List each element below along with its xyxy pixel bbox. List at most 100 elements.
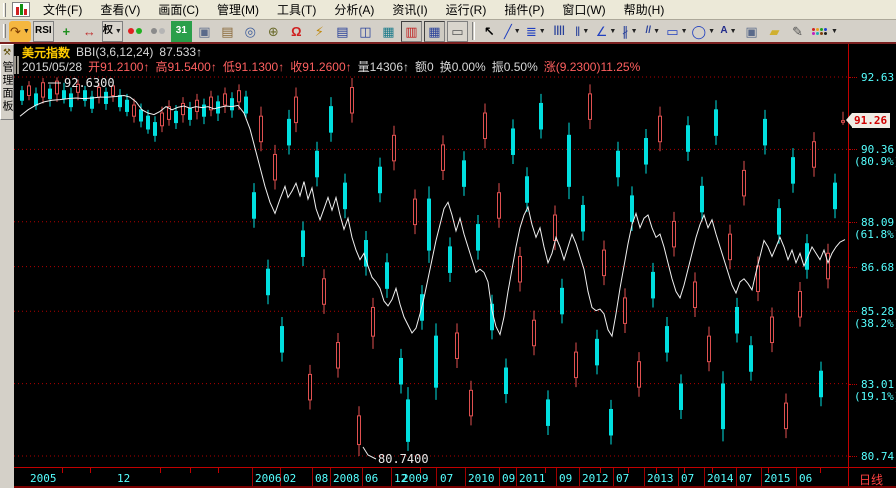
plug-icon[interactable]: ⚡	[309, 21, 330, 42]
date-label: 07	[616, 472, 629, 485]
candle-body	[133, 105, 136, 116]
dropdown-caret[interactable]: ▼	[23, 28, 30, 35]
menu-item[interactable]: 运行(R)	[437, 0, 496, 20]
date-label: 2011	[519, 472, 546, 485]
split-h-icon[interactable]: ▤	[332, 21, 353, 42]
channel-tool-icon[interactable]: ∦▼	[619, 21, 640, 42]
app-icon-bar	[16, 7, 19, 15]
palette-dot	[824, 28, 827, 31]
globe-icon[interactable]: ⊕	[263, 21, 284, 42]
date-separator	[312, 468, 313, 486]
dropdown-caret[interactable]: ▼	[609, 28, 616, 35]
price-tick	[849, 311, 857, 312]
rect-tool-icon[interactable]: ▭▼	[665, 21, 688, 42]
date-label: 2015	[764, 472, 791, 485]
period-cell[interactable]: 日线	[848, 468, 896, 486]
text-tool-icon[interactable]: A▼	[718, 21, 739, 42]
traffic-light-icon[interactable]	[125, 21, 146, 42]
open-chart-icon[interactable]: ↷▼	[9, 21, 31, 42]
symbol-name[interactable]: 美元指数	[22, 44, 70, 61]
dropdown-caret[interactable]: ▼	[582, 28, 589, 35]
fan-tool-icon[interactable]: ∠▼	[595, 21, 618, 42]
candle-body	[743, 170, 746, 196]
candle-body	[589, 94, 592, 120]
light-dot	[159, 28, 165, 34]
pointer-icon[interactable]: ↖	[479, 21, 500, 42]
date-axis[interactable]: 2005122006020820080612200907201009201109…	[14, 467, 896, 488]
price-plot[interactable]: 92.630080.7400	[14, 74, 848, 467]
toolbar-grip[interactable]	[3, 24, 6, 38]
menu-item[interactable]: 帮助(H)	[615, 0, 674, 20]
menu-item[interactable]: 资讯(I)	[383, 0, 436, 20]
move-cross-icon[interactable]: +	[56, 21, 77, 42]
dropdown-caret[interactable]: ▼	[681, 28, 688, 35]
price-axis[interactable]: 92.6391.2690.36(80.9%)88.09(61.8%)86.688…	[848, 44, 896, 467]
candle-body	[484, 113, 487, 139]
menu-item[interactable]: 工具(T)	[268, 0, 325, 20]
indicator-name[interactable]: BBI(3,6,12,24)	[76, 45, 153, 59]
split-v-icon[interactable]: ◫	[355, 21, 376, 42]
protect-icon[interactable]: ✎	[787, 21, 808, 42]
split-v-icon-glyph: ◫	[359, 25, 371, 38]
polyline-tool-icon[interactable]: ≣▼	[525, 21, 547, 42]
quote-fields: 开91.2100↑高91.5400↑低91.1300↑收91.2600↑量143…	[88, 59, 646, 74]
candle-body	[750, 346, 753, 372]
menubar-grip[interactable]	[3, 3, 6, 17]
vlines-icon[interactable]: ||||	[549, 21, 570, 42]
candle-body	[624, 298, 627, 324]
eraser-icon[interactable]: ▰	[764, 21, 785, 42]
candle-body	[42, 83, 45, 97]
dropdown-caret[interactable]: ▼	[730, 28, 737, 35]
eraser-icon-glyph: ▰	[770, 25, 780, 38]
menu-item[interactable]: 管理(M)	[208, 0, 268, 20]
palette-icon[interactable]: ▼	[810, 21, 839, 42]
candle-body	[631, 196, 634, 222]
dropdown-caret[interactable]: ▼	[831, 28, 838, 35]
candle-body	[652, 272, 655, 298]
date-label: 08	[315, 472, 328, 485]
candle-body	[140, 110, 143, 121]
candle-body	[337, 343, 340, 369]
line-tool-icon[interactable]: ╱▼	[502, 21, 523, 42]
dropdown-caret[interactable]: ▼	[514, 28, 521, 35]
kline-grid-icon[interactable]: ▦	[424, 21, 445, 42]
dropdown-caret[interactable]: ▼	[631, 28, 638, 35]
hatch-tool-icon[interactable]: //▼	[642, 21, 663, 42]
menu-item[interactable]: 查看(V)	[91, 0, 149, 20]
dropdown-caret[interactable]: ▼	[653, 28, 660, 35]
bell-icon[interactable]: Ω	[286, 21, 307, 42]
dropdown-caret[interactable]: ▼	[708, 28, 715, 35]
chart-title-bar: 美元指数 BBI(3,6,12,24) 87.533 ↑	[14, 45, 848, 59]
vlines-tool-icon[interactable]: ‖▼	[572, 21, 593, 42]
menu-item[interactable]: 文件(F)	[34, 0, 91, 20]
bbi-line	[20, 95, 845, 336]
rsi-button[interactable]: RSI	[33, 21, 54, 42]
chart-window-icon[interactable]: ▦	[378, 21, 399, 42]
dropdown-caret[interactable]: ▼	[115, 28, 122, 35]
low-annotation: 80.7400	[378, 452, 429, 466]
menu-item[interactable]: 插件(P)	[495, 0, 553, 20]
ellipse-tool-icon[interactable]: ◯▼	[691, 21, 717, 42]
rights-button[interactable]: 权▼	[102, 21, 123, 42]
calendar-icon[interactable]: 31	[171, 21, 192, 42]
kline-red-icon[interactable]: ▥	[401, 21, 422, 42]
traffic-light-off-icon[interactable]	[148, 21, 169, 42]
calendar-icon-label: 31	[176, 26, 187, 36]
copy-pages-icon[interactable]: ▣	[194, 21, 215, 42]
fib-percent-label: (61.8%)	[854, 228, 896, 241]
candle-body	[442, 145, 445, 171]
menu-item[interactable]: 分析(A)	[325, 0, 383, 20]
hscale-icon[interactable]: ↔	[79, 21, 100, 42]
candle-body	[673, 221, 676, 247]
menu-item[interactable]: 画面(C)	[149, 0, 208, 20]
vlines-icon-label: ||||	[554, 26, 565, 36]
copy-icon[interactable]: ▣	[741, 21, 762, 42]
sidebar-tab-management-panel[interactable]: ⚒ 管理面板	[0, 44, 14, 120]
dropdown-caret[interactable]: ▼	[539, 28, 546, 35]
kline-mini-icon[interactable]: ▭	[447, 21, 468, 42]
book-icon[interactable]: ▤	[217, 21, 238, 42]
search-doc-icon[interactable]: ◎	[240, 21, 261, 42]
menu-item[interactable]: 窗口(W)	[553, 0, 614, 20]
polyline-tool-icon-glyph: ≣	[526, 25, 537, 38]
candle-body	[722, 384, 725, 429]
